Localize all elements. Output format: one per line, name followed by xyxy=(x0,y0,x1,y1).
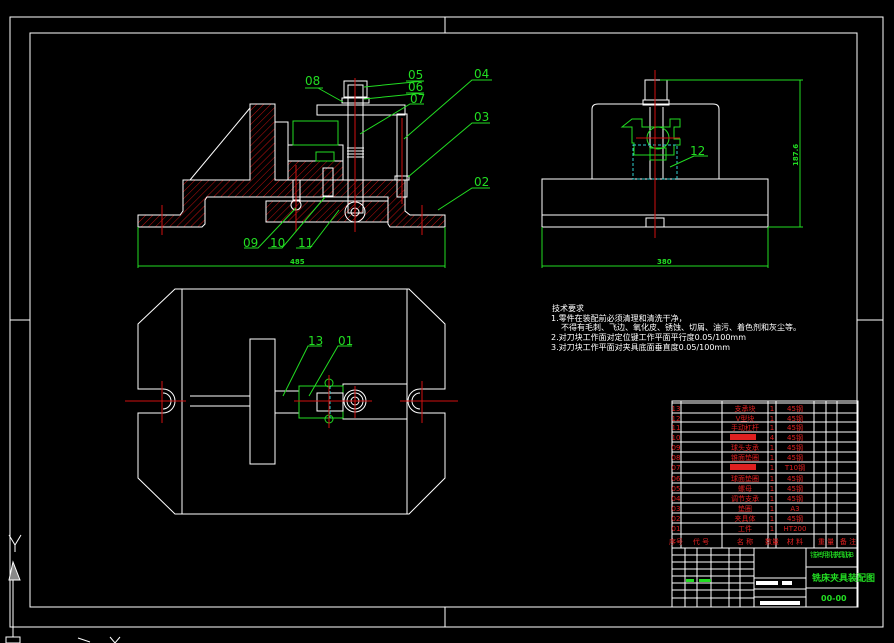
bom-qty: 1 xyxy=(770,495,774,503)
bom-material: 45钢 xyxy=(787,404,803,413)
note-line: 1.零件在装配前必须清理和清洗干净， xyxy=(551,313,687,323)
bom-qty: 1 xyxy=(770,444,774,452)
bom-qty: 1 xyxy=(770,475,774,483)
bom-qty: 1 xyxy=(770,415,774,423)
dimension-380: 380 xyxy=(657,258,672,266)
bom-qty: 1 xyxy=(770,454,774,462)
header-qty: 数量 xyxy=(765,537,779,546)
bom-no: 10 xyxy=(672,434,681,442)
bom-no: 03 xyxy=(672,505,681,513)
bom-material: 45钢 xyxy=(787,433,803,442)
bom-material: 45钢 xyxy=(787,514,803,523)
bom-qty: 1 xyxy=(770,505,774,513)
label-10: 10 xyxy=(270,236,285,250)
bom-qty: 1 xyxy=(770,485,774,493)
label-09: 09 xyxy=(243,236,258,250)
header-remark: 备 注 xyxy=(840,537,856,546)
bom-name: 工件 xyxy=(738,524,752,533)
cad-drawing[interactable]: 485 08 05 06 07 04 03 02 09 10 11 12 380… xyxy=(0,0,894,643)
bom-material: 45钢 xyxy=(787,484,803,493)
label-02: 02 xyxy=(474,175,489,189)
note-line: 3.对刀块工作平面对夹具底面垂直度0.05/100mm xyxy=(551,342,730,352)
label-01: 01 xyxy=(338,334,353,348)
bom-material: HT200 xyxy=(784,525,807,533)
bom-no: 12 xyxy=(672,415,681,423)
support-block xyxy=(249,338,276,465)
bom-name: 调节支承 xyxy=(731,494,759,503)
bom-qty: 1 xyxy=(770,525,774,533)
bom-name: 球面垫圈 xyxy=(731,474,759,483)
bom-name: 手动杠杆 xyxy=(731,423,759,432)
drawing-title: 铣床夹具装配图 xyxy=(812,572,875,584)
bom-no: 08 xyxy=(672,454,681,462)
dimension-187-6: 187.6 xyxy=(792,144,800,166)
bom-material: A3 xyxy=(790,505,799,513)
bom-name: 夹具体 xyxy=(735,514,756,523)
side-view: 12 380 187.6 xyxy=(541,70,803,268)
bom-no: 05 xyxy=(672,485,681,493)
technical-notes: 技术要求 1.零件在装配前必须清理和清洗干净， 不得有毛刺、飞边、氧化皮、锈蚀、… xyxy=(551,303,801,352)
school-name: 铣床专用机械夹具 机床B xyxy=(810,550,854,559)
note-line: 2.对刀块工作面对定位键工作平面平行度0.05/100mm xyxy=(551,332,746,342)
clamp-plate xyxy=(316,104,406,116)
bill-of-materials: 13 支承块 1 45钢12 V型块 1 45钢11 手动杠杆 1 45钢10 4 45钢09 球头支承… xyxy=(669,400,859,549)
workpiece xyxy=(292,120,339,146)
label-12: 12 xyxy=(690,144,705,158)
workpiece-top xyxy=(298,385,344,419)
bom-name: 锥面垫圈 xyxy=(731,453,759,462)
bom-no: 11 xyxy=(672,424,681,432)
bom-material: 45钢 xyxy=(787,453,803,462)
bom-material: 45钢 xyxy=(787,494,803,503)
label-04: 04 xyxy=(474,67,489,81)
bom-qty: 1 xyxy=(770,405,774,413)
bom-no: 02 xyxy=(672,515,681,523)
bom-qty: 1 xyxy=(770,464,774,472)
label-03: 03 xyxy=(474,110,489,124)
bom-material: 45钢 xyxy=(787,474,803,483)
notes-title: 技术要求 xyxy=(552,303,584,313)
drawing-number: 00-00 xyxy=(821,594,847,603)
drawing-frame xyxy=(9,16,884,628)
redacted-name xyxy=(730,434,756,440)
bom-material: 45钢 xyxy=(787,443,803,452)
front-section-view: 485 08 05 06 07 04 03 02 09 10 11 xyxy=(137,67,492,268)
bom-no: 07 xyxy=(672,464,681,472)
bom-no: 04 xyxy=(672,495,681,503)
bom-name: 螺母 xyxy=(738,484,752,493)
top-view: 13 01 xyxy=(125,288,458,515)
header-material: 材 料 xyxy=(787,537,803,546)
label-08: 08 xyxy=(305,74,320,88)
bom-no: 06 xyxy=(672,475,681,483)
bom-name: V型块 xyxy=(736,414,755,423)
bom-no: 01 xyxy=(672,525,681,533)
bom-material: T10钢 xyxy=(784,463,805,472)
bom-qty: 1 xyxy=(770,515,774,523)
bom-qty: 1 xyxy=(770,424,774,432)
bom-no: 13 xyxy=(672,405,681,413)
title-block: 铣床专用机械夹具 机床B 铣床夹具装配图 00-00 xyxy=(671,547,875,608)
bom-no: 09 xyxy=(672,444,681,452)
support-plate xyxy=(265,200,389,223)
redacted-name xyxy=(730,464,756,470)
note-line: 不得有毛刺、飞边、氧化皮、锈蚀、切屑、油污、着色剂和灰尘等。 xyxy=(561,322,801,332)
bom-qty: 4 xyxy=(770,434,775,442)
dimension-485: 485 xyxy=(290,258,305,266)
header-no: 序号 xyxy=(669,537,683,546)
bom-name: 球头支承 xyxy=(731,443,759,452)
bom-material: 45钢 xyxy=(787,414,803,423)
header-weight: 重 量 xyxy=(818,538,834,546)
bom-material: 45钢 xyxy=(787,423,803,432)
bom-name: 支承块 xyxy=(735,404,756,413)
header-name: 名 称 xyxy=(737,537,753,546)
label-11: 11 xyxy=(298,236,313,250)
header-code: 代 号 xyxy=(693,537,709,546)
bom-name: 垫圈 xyxy=(738,504,752,513)
label-13: 13 xyxy=(308,334,323,348)
label-07: 07 xyxy=(410,92,425,106)
